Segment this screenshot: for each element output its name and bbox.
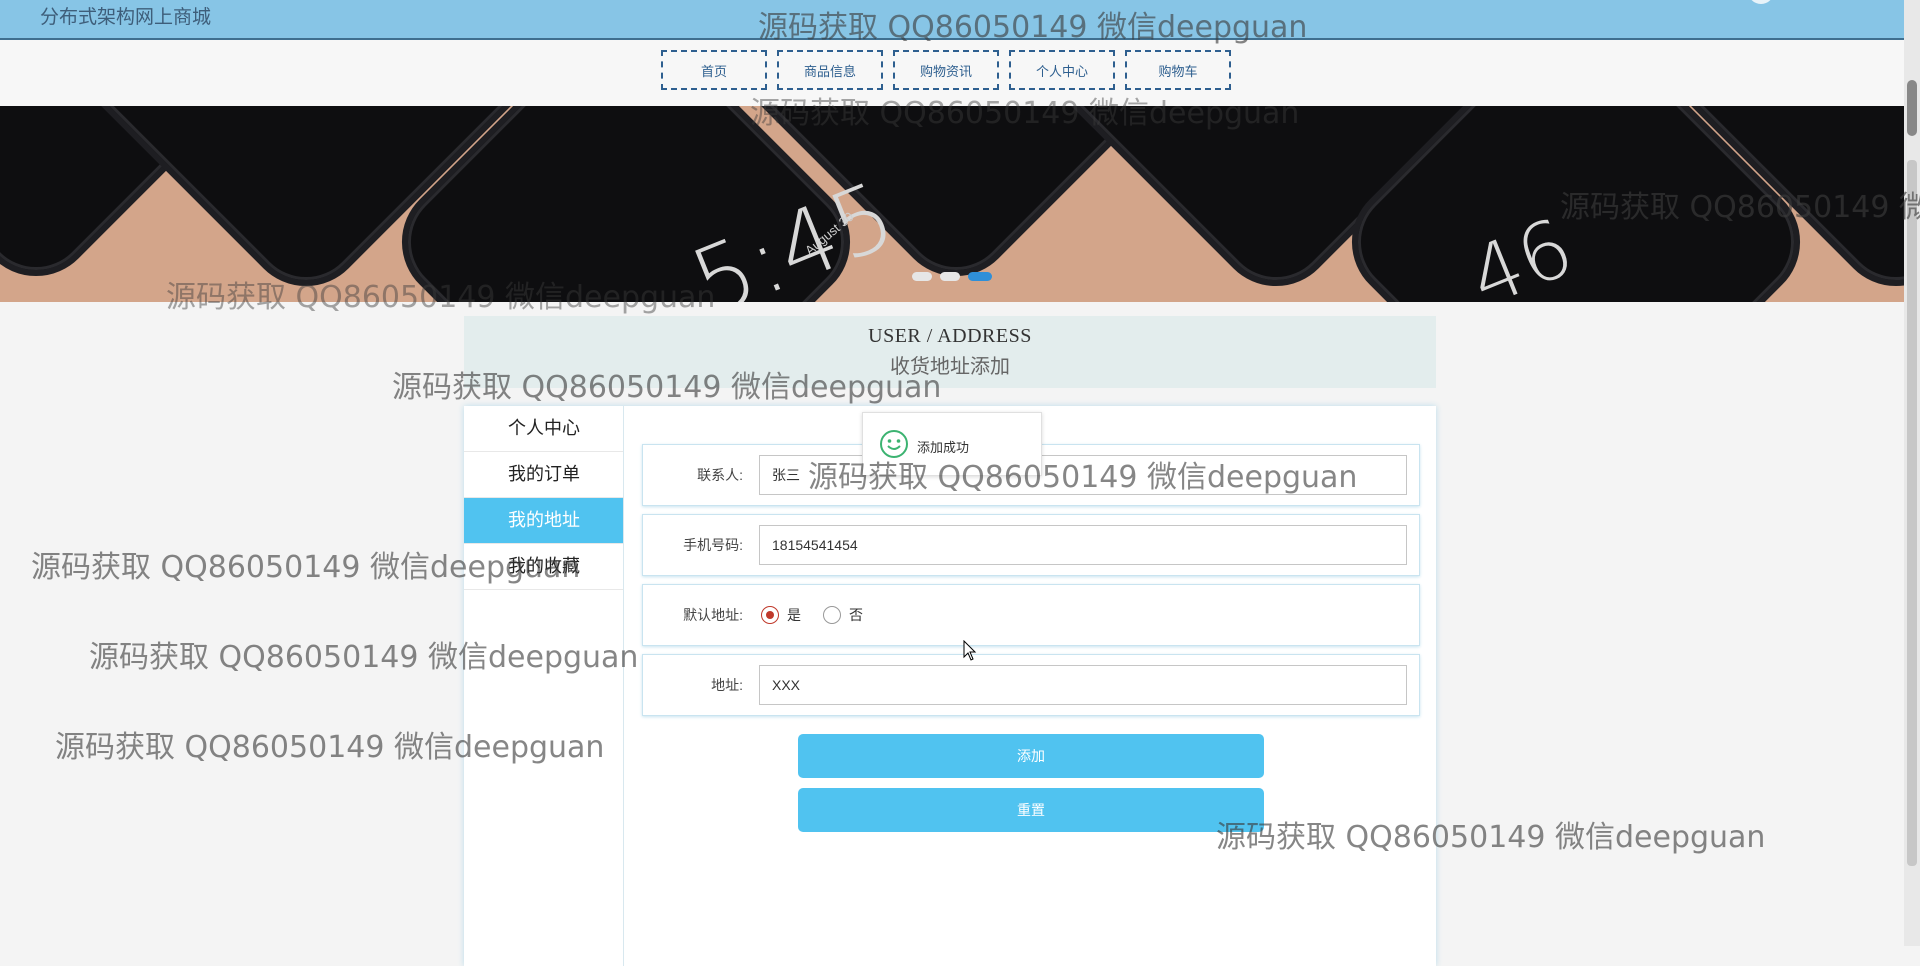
address-form: 联系人: 张三 手机号码: 18154541454 默认地址: 是 否 地址: … [642,444,1420,724]
default-address-label: 默认地址: [683,607,743,623]
user-sidebar: 个人中心 我的订单 我的地址 我的收藏 [464,406,624,966]
contact-input[interactable]: 张三 [759,455,1407,495]
carousel-dot[interactable] [940,272,960,281]
radio-no-label[interactable]: 否 [849,605,863,625]
form-row-address: 地址: XXX [642,654,1420,716]
phone-input[interactable]: 18154541454 [759,525,1407,565]
nav-news[interactable]: 购物资讯 [893,50,999,90]
radio-no[interactable] [823,606,841,624]
page-header: USER / ADDRESS 收货地址添加 [464,316,1436,388]
page-title: 收货地址添加 [890,356,1010,378]
sidebar-item-favorites[interactable]: 我的收藏 [464,544,623,590]
toast-message: 添加成功 [917,440,970,455]
default-address-radio-group: 是 否 [761,605,885,625]
top-bar: 分布式架构网上商城 [0,0,1904,40]
radio-yes-label[interactable]: 是 [787,605,801,625]
site-title[interactable]: 分布式架构网上商城 [40,2,211,29]
carousel-dot-active[interactable] [968,272,992,281]
page-scrollbar[interactable] [1904,0,1920,946]
page-title-en: USER / ADDRESS [868,325,1032,347]
reset-button[interactable]: 重置 [798,788,1264,832]
nav-products[interactable]: 商品信息 [777,50,883,90]
scrollbar-thumb[interactable] [1907,80,1917,136]
phone-label: 手机号码: [683,537,743,553]
address-label: 地址: [711,677,743,693]
scrollbar-track[interactable] [1907,160,1917,866]
sidebar-item-user-center[interactable]: 个人中心 [464,406,623,452]
main-nav: 首页 商品信息 购物资讯 个人中心 购物车 [661,50,1231,90]
smile-icon [879,429,909,464]
mouse-cursor-icon [963,639,977,667]
carousel-dot[interactable] [912,272,932,281]
add-button[interactable]: 添加 [798,734,1264,778]
nav-cart[interactable]: 购物车 [1125,50,1231,90]
sidebar-item-address[interactable]: 我的地址 [464,498,623,544]
form-row-phone: 手机号码: 18154541454 [642,514,1420,576]
nav-home[interactable]: 首页 [661,50,767,90]
success-toast: 添加成功 [862,412,1042,476]
sidebar-item-orders[interactable]: 我的订单 [464,452,623,498]
address-input[interactable]: XXX [759,665,1407,705]
carousel-indicators [912,272,992,281]
content-card: 个人中心 我的订单 我的地址 我的收藏 联系人: 张三 手机号码: 181545… [464,406,1436,966]
avatar[interactable] [1748,0,1774,4]
radio-yes[interactable] [761,606,779,624]
contact-label: 联系人: [697,467,743,483]
form-row-default: 默认地址: 是 否 [642,584,1420,646]
nav-user-center[interactable]: 个人中心 [1009,50,1115,90]
